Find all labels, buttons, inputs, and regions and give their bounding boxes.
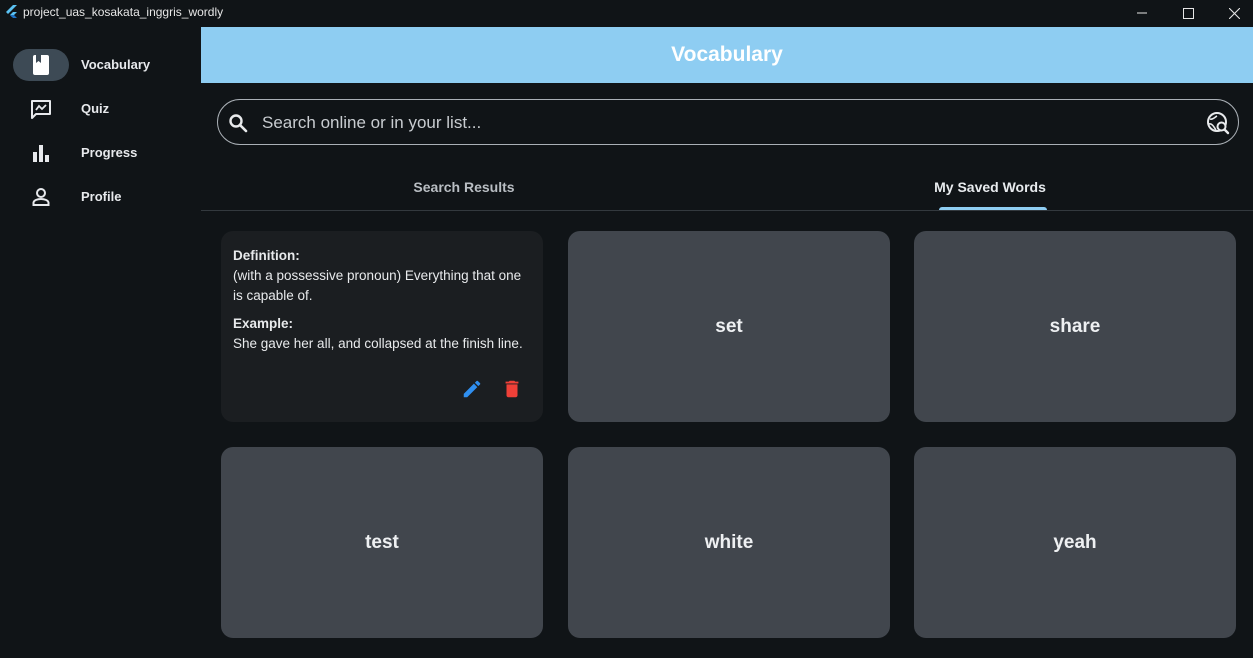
nav-label-vocabulary: Vocabulary [81,57,151,72]
definition-label: Definition: [233,248,300,263]
card-actions [461,378,523,402]
word-text: yeah [1053,531,1097,553]
word-card[interactable]: share [914,231,1236,422]
bar-chart-icon [29,143,53,163]
travel-explore-icon[interactable] [1206,111,1230,135]
nav-item-vocabulary[interactable]: Vocabulary [13,49,193,81]
tab-bar: Search Results My Saved Words [201,165,1253,211]
navigation-rail: Vocabulary Quiz Progress Profile [0,26,201,658]
example-text: She gave her all, and collapsed at the f… [233,336,523,351]
word-text: white [704,531,754,553]
flutter-logo-icon [6,5,17,18]
tab-search-results[interactable]: Search Results [201,165,727,210]
window-titlebar: project_uas_kosakata_inggris_wordly [0,0,1253,26]
minimize-icon [1137,12,1147,14]
page-title: Vocabulary [671,43,783,66]
minimize-button[interactable] [1119,0,1165,26]
book-icon [29,55,53,75]
card-back-content: Definition: (with a possessive pronoun) … [221,231,535,354]
word-card-flipped[interactable]: Definition: (with a possessive pronoun) … [221,231,543,422]
window-title: project_uas_kosakata_inggris_wordly [23,5,224,19]
maximize-button[interactable] [1165,0,1211,26]
app-bar: Vocabulary [201,27,1253,83]
edit-icon[interactable] [461,378,483,400]
maximize-icon [1182,7,1194,19]
tab-label-search-results: Search Results [413,178,515,195]
nav-label-progress: Progress [81,145,138,160]
nav-label-quiz: Quiz [81,101,110,116]
search-icon [229,114,248,133]
search-input[interactable] [260,100,1164,146]
tab-label-my-saved-words: My Saved Words [934,178,1046,195]
definition-text: (with a possessive pronoun) Everything t… [233,268,522,303]
word-card[interactable]: white [568,447,890,638]
word-card[interactable]: test [221,447,543,638]
delete-icon[interactable] [501,378,523,400]
nav-item-profile[interactable]: Profile [13,181,193,213]
nav-item-quiz[interactable]: Quiz [13,93,193,125]
tab-active-indicator [939,207,1047,210]
word-text: test [365,531,399,553]
close-icon [1228,7,1240,19]
example-label: Example: [233,316,294,331]
word-text: share [1049,315,1101,337]
word-card[interactable]: yeah [914,447,1236,638]
quiz-icon [29,99,53,119]
close-window-button[interactable] [1211,0,1253,26]
nav-label-profile: Profile [81,189,122,204]
person-icon [29,187,53,207]
word-text: set [715,315,743,337]
word-card[interactable]: set [568,231,890,422]
tab-my-saved-words[interactable]: My Saved Words [727,165,1253,210]
nav-item-progress[interactable]: Progress [13,137,193,169]
search-bar[interactable] [217,99,1239,146]
